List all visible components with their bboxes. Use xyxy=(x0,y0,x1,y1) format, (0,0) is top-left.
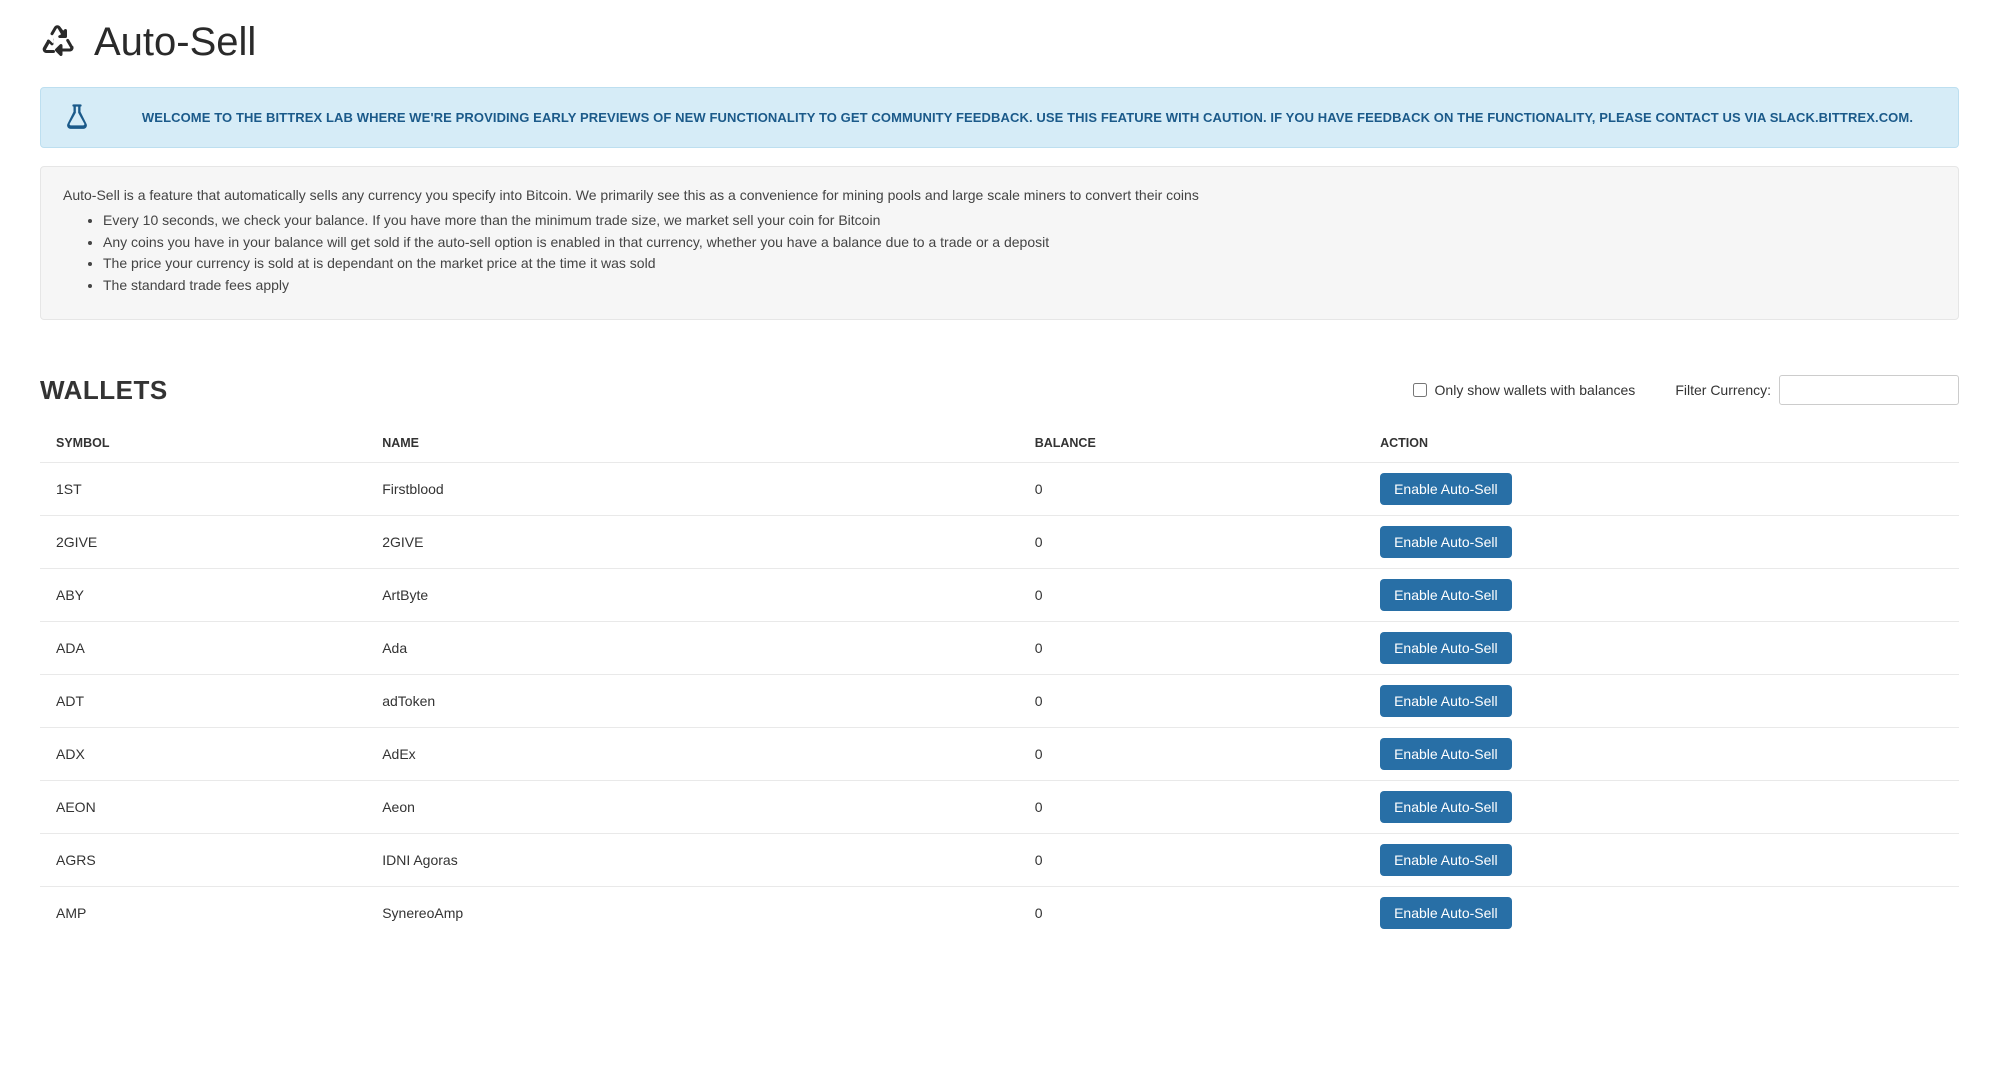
table-row: ABYArtByte0 Enable Auto-Sell xyxy=(40,568,1959,621)
cell-action: Enable Auto-Sell xyxy=(1364,621,1594,674)
enable-auto-sell-button[interactable]: Enable Auto-Sell xyxy=(1380,579,1512,611)
info-bullet: The standard trade fees apply xyxy=(103,275,1936,297)
col-name[interactable]: NAME xyxy=(366,424,1018,463)
cell-action: Enable Auto-Sell xyxy=(1364,833,1594,886)
info-bullet: Any coins you have in your balance will … xyxy=(103,232,1936,254)
cell-action: Enable Auto-Sell xyxy=(1364,462,1594,515)
only-balances-checkbox-wrap[interactable]: Only show wallets with balances xyxy=(1413,382,1636,398)
cell-name: IDNI Agoras xyxy=(366,833,1018,886)
info-bullet: Every 10 seconds, we check your balance.… xyxy=(103,210,1936,232)
lab-banner: WELCOME TO THE BITTREX LAB WHERE WE'RE P… xyxy=(40,87,1959,148)
wallets-heading: WALLETS xyxy=(40,375,168,406)
banner-slack-link[interactable]: SLACK.BITTREX.COM xyxy=(1770,110,1910,125)
enable-auto-sell-button[interactable]: Enable Auto-Sell xyxy=(1380,738,1512,770)
cell-balance: 0 xyxy=(1019,674,1364,727)
cell-symbol: ADA xyxy=(40,621,366,674)
cell-spacer xyxy=(1594,621,1959,674)
cell-action: Enable Auto-Sell xyxy=(1364,780,1594,833)
cell-balance: 0 xyxy=(1019,515,1364,568)
col-spacer xyxy=(1594,424,1959,463)
enable-auto-sell-button[interactable]: Enable Auto-Sell xyxy=(1380,632,1512,664)
cell-symbol: AEON xyxy=(40,780,366,833)
only-balances-label: Only show wallets with balances xyxy=(1435,382,1636,398)
enable-auto-sell-button[interactable]: Enable Auto-Sell xyxy=(1380,844,1512,876)
enable-auto-sell-button[interactable]: Enable Auto-Sell xyxy=(1380,473,1512,505)
cell-symbol: AMP xyxy=(40,886,366,939)
cell-name: adToken xyxy=(366,674,1018,727)
cell-action: Enable Auto-Sell xyxy=(1364,674,1594,727)
info-bullet: The price your currency is sold at is de… xyxy=(103,253,1936,275)
cell-name: Firstblood xyxy=(366,462,1018,515)
cell-symbol: AGRS xyxy=(40,833,366,886)
filter-currency-input[interactable] xyxy=(1779,375,1959,405)
table-row: AEONAeon0 Enable Auto-Sell xyxy=(40,780,1959,833)
cell-balance: 0 xyxy=(1019,727,1364,780)
cell-action: Enable Auto-Sell xyxy=(1364,727,1594,780)
cell-balance: 0 xyxy=(1019,886,1364,939)
wallets-table: SYMBOL NAME BALANCE ACTION 1STFirstblood… xyxy=(40,424,1959,939)
wallets-table-header-row: SYMBOL NAME BALANCE ACTION xyxy=(40,424,1959,463)
table-row: AMPSynereoAmp0 Enable Auto-Sell xyxy=(40,886,1959,939)
cell-spacer xyxy=(1594,833,1959,886)
cell-name: SynereoAmp xyxy=(366,886,1018,939)
cell-spacer xyxy=(1594,780,1959,833)
col-action: ACTION xyxy=(1364,424,1594,463)
flask-icon xyxy=(63,102,91,133)
cell-symbol: 2GIVE xyxy=(40,515,366,568)
cell-balance: 0 xyxy=(1019,568,1364,621)
page-header: Auto-Sell xyxy=(40,20,1959,65)
cell-name: Aeon xyxy=(366,780,1018,833)
cell-balance: 0 xyxy=(1019,462,1364,515)
cell-symbol: ADX xyxy=(40,727,366,780)
cell-symbol: ABY xyxy=(40,568,366,621)
col-symbol[interactable]: SYMBOL xyxy=(40,424,366,463)
cell-action: Enable Auto-Sell xyxy=(1364,568,1594,621)
cell-name: AdEx xyxy=(366,727,1018,780)
cell-balance: 0 xyxy=(1019,833,1364,886)
recycle-icon xyxy=(40,23,76,62)
info-bullet-list: Every 10 seconds, we check your balance.… xyxy=(63,210,1936,297)
banner-text-suffix: . xyxy=(1909,110,1913,125)
filter-currency-wrap: Filter Currency: xyxy=(1675,375,1959,405)
enable-auto-sell-button[interactable]: Enable Auto-Sell xyxy=(1380,685,1512,717)
table-row: 1STFirstblood0 Enable Auto-Sell xyxy=(40,462,1959,515)
cell-name: ArtByte xyxy=(366,568,1018,621)
col-balance[interactable]: BALANCE xyxy=(1019,424,1364,463)
cell-spacer xyxy=(1594,886,1959,939)
cell-spacer xyxy=(1594,462,1959,515)
info-intro: Auto-Sell is a feature that automaticall… xyxy=(63,185,1936,206)
table-row: ADXAdEx0 Enable Auto-Sell xyxy=(40,727,1959,780)
banner-text-prefix: WELCOME TO THE BITTREX LAB WHERE WE'RE P… xyxy=(142,110,1770,125)
info-panel: Auto-Sell is a feature that automaticall… xyxy=(40,166,1959,320)
cell-balance: 0 xyxy=(1019,621,1364,674)
cell-spacer xyxy=(1594,568,1959,621)
only-balances-checkbox[interactable] xyxy=(1413,383,1427,397)
enable-auto-sell-button[interactable]: Enable Auto-Sell xyxy=(1380,791,1512,823)
table-row: ADTadToken0 Enable Auto-Sell xyxy=(40,674,1959,727)
cell-spacer xyxy=(1594,727,1959,780)
cell-name: Ada xyxy=(366,621,1018,674)
cell-symbol: 1ST xyxy=(40,462,366,515)
cell-spacer xyxy=(1594,515,1959,568)
cell-symbol: ADT xyxy=(40,674,366,727)
table-row: 2GIVE2GIVE0Enable Auto-Sell xyxy=(40,515,1959,568)
page-title: Auto-Sell xyxy=(94,20,256,65)
wallets-controls: Only show wallets with balances Filter C… xyxy=(1413,375,1959,405)
enable-auto-sell-button[interactable]: Enable Auto-Sell xyxy=(1380,526,1512,558)
table-row: AGRSIDNI Agoras0 Enable Auto-Sell xyxy=(40,833,1959,886)
cell-name: 2GIVE xyxy=(366,515,1018,568)
cell-action: Enable Auto-Sell xyxy=(1364,886,1594,939)
lab-banner-text: WELCOME TO THE BITTREX LAB WHERE WE'RE P… xyxy=(119,108,1936,128)
filter-currency-label: Filter Currency: xyxy=(1675,382,1771,398)
enable-auto-sell-button[interactable]: Enable Auto-Sell xyxy=(1380,897,1512,929)
wallets-header: WALLETS Only show wallets with balances … xyxy=(40,375,1959,406)
table-row: ADAAda0 Enable Auto-Sell xyxy=(40,621,1959,674)
cell-action: Enable Auto-Sell xyxy=(1364,515,1594,568)
cell-spacer xyxy=(1594,674,1959,727)
cell-balance: 0 xyxy=(1019,780,1364,833)
